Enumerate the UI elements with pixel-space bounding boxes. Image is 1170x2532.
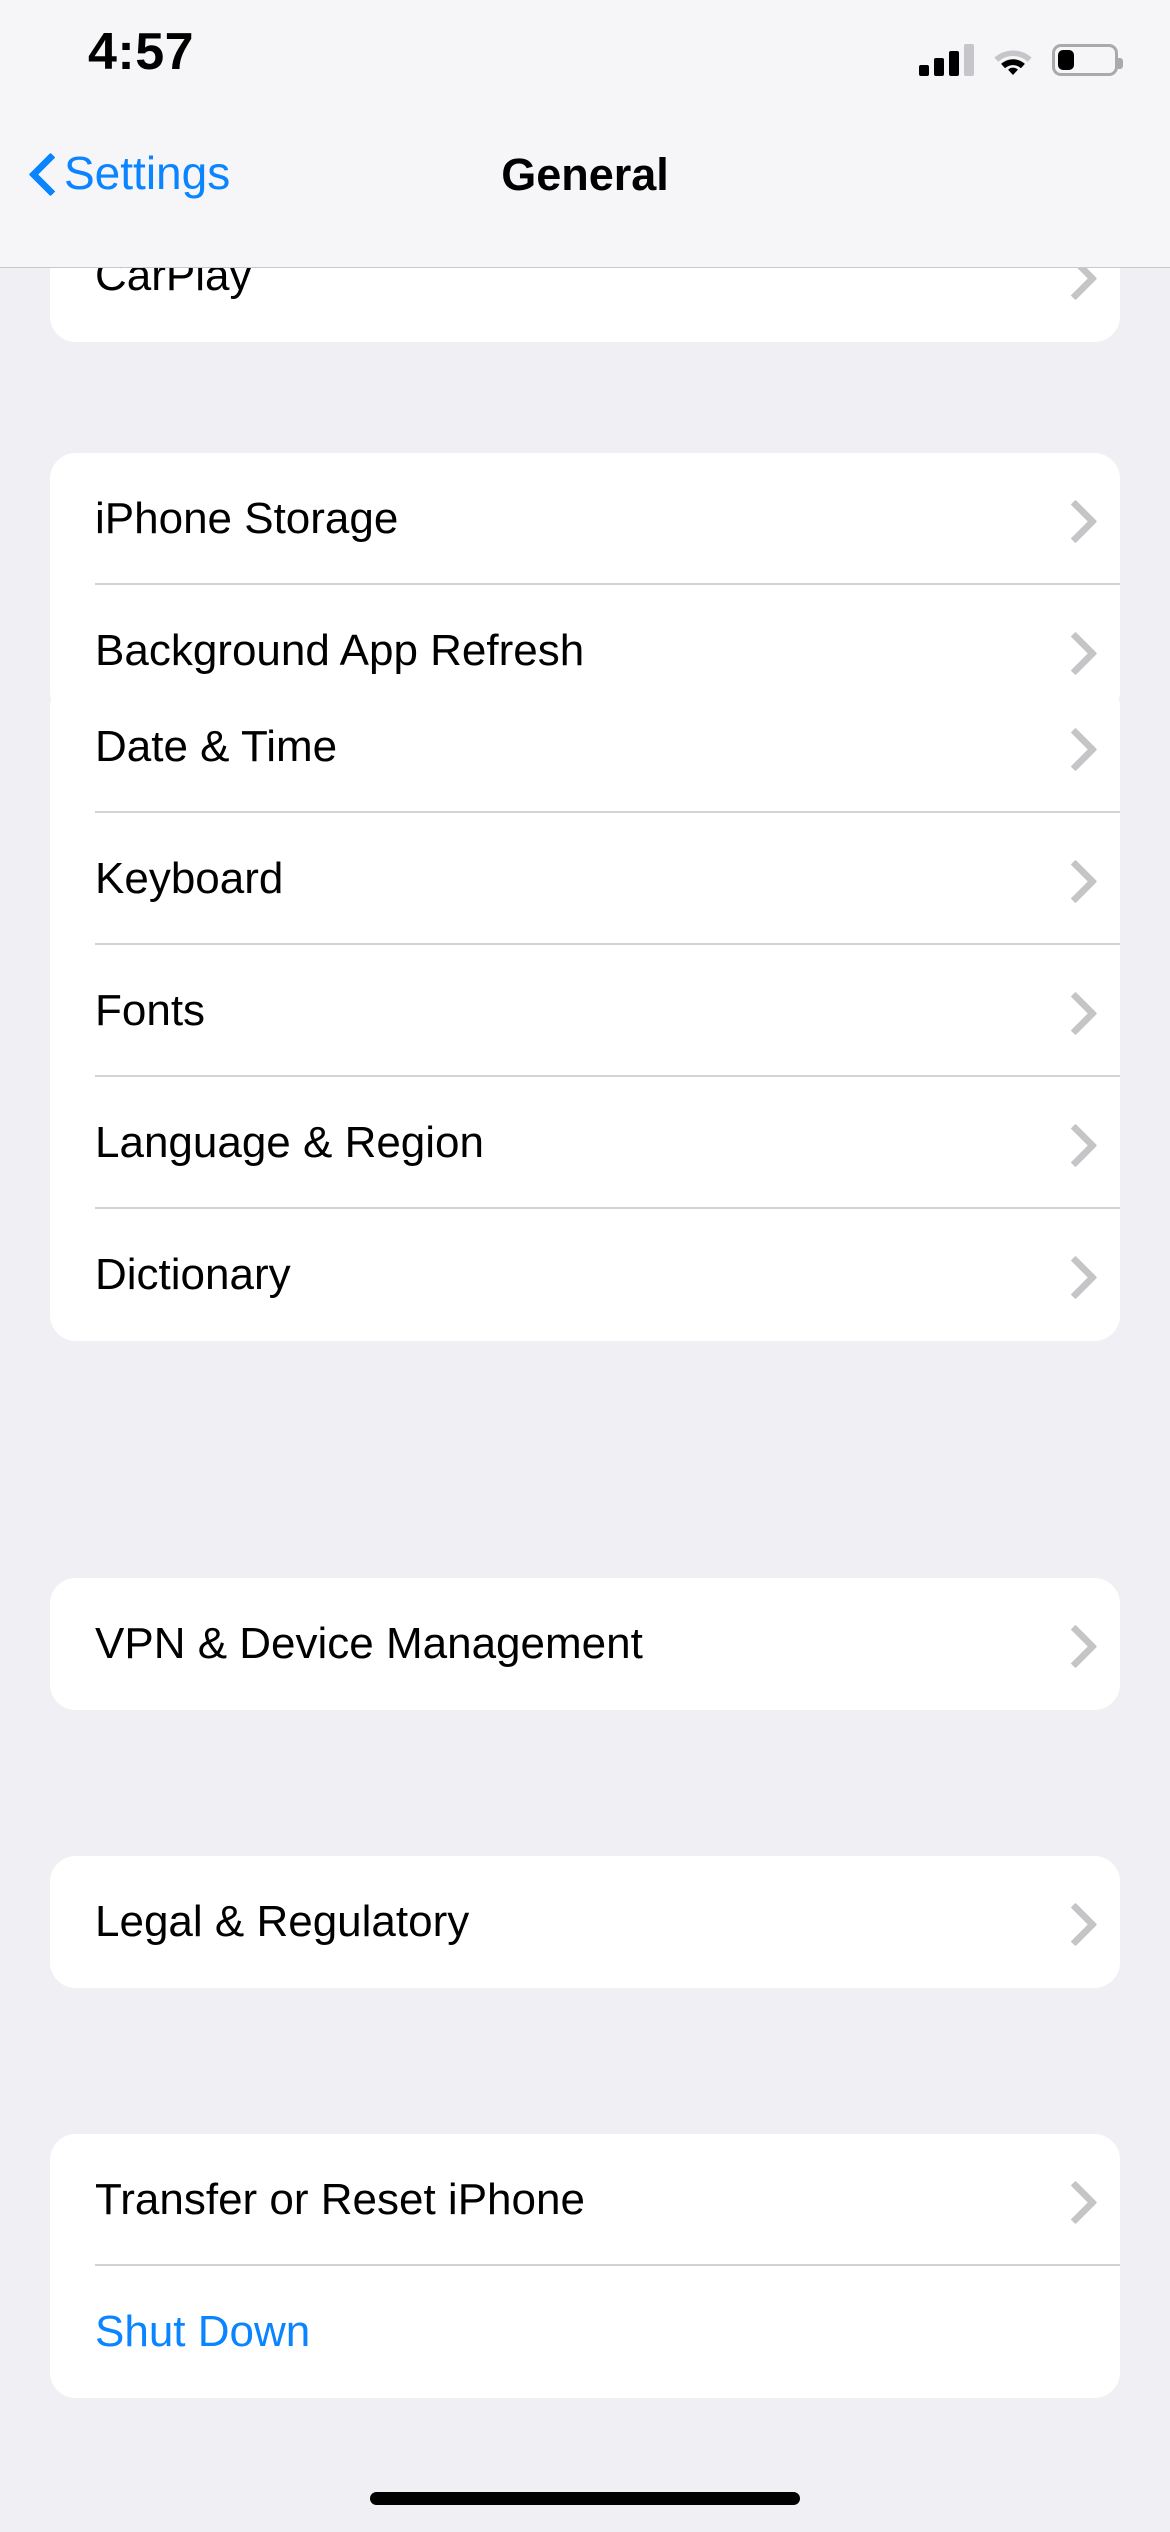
navigation-bar: Settings General xyxy=(0,100,1170,268)
carplay-group: CarPlay xyxy=(50,268,1120,342)
settings-list[interactable]: CarPlay iPhone Storage Background App Re… xyxy=(0,268,1170,2532)
status-bar-clock: 4:57 xyxy=(88,23,195,81)
status-bar: 4:57 xyxy=(0,0,1170,100)
chevron-right-icon xyxy=(1060,858,1084,900)
chevron-right-icon xyxy=(1060,990,1084,1032)
vpn-group: VPN & Device Management xyxy=(50,1578,1120,1710)
row-label: VPN & Device Management xyxy=(95,1619,643,1668)
shut-down-button[interactable]: Shut Down xyxy=(50,2266,1120,2398)
iphone-screen: 4:57 Settings General CarPlay iPhone Sto… xyxy=(0,0,1170,2532)
chevron-right-icon xyxy=(1060,726,1084,768)
list-item[interactable]: Date & Time xyxy=(50,681,1120,813)
list-item[interactable]: Keyboard xyxy=(50,813,1120,945)
row-label: CarPlay xyxy=(95,268,252,300)
list-item[interactable]: Fonts xyxy=(50,945,1120,1077)
chevron-right-icon xyxy=(1060,1623,1084,1665)
storage-group: iPhone Storage Background App Refresh xyxy=(50,453,1120,717)
list-item[interactable]: Dictionary xyxy=(50,1209,1120,1341)
row-label: Dictionary xyxy=(95,1250,291,1299)
list-item[interactable]: iPhone Storage xyxy=(50,453,1120,585)
reset-group: Transfer or Reset iPhone Shut Down xyxy=(50,2134,1120,2398)
cellular-signal-icon xyxy=(919,44,974,76)
page-title: General xyxy=(501,149,669,200)
chevron-right-icon xyxy=(1060,498,1084,540)
list-item[interactable]: Legal & Regulatory xyxy=(50,1856,1120,1988)
list-item[interactable]: CarPlay xyxy=(50,268,1120,342)
battery-icon xyxy=(1052,44,1123,76)
row-label: Legal & Regulatory xyxy=(95,1897,470,1946)
row-label: Date & Time xyxy=(95,722,338,771)
row-label: Shut Down xyxy=(95,2307,311,2356)
row-label: Fonts xyxy=(95,986,206,1035)
row-label: Keyboard xyxy=(95,854,284,903)
row-label: Language & Region xyxy=(95,1118,484,1167)
list-item[interactable]: Language & Region xyxy=(50,1077,1120,1209)
list-item[interactable]: Transfer or Reset iPhone xyxy=(50,2134,1120,2266)
row-label: Transfer or Reset iPhone xyxy=(95,2175,585,2224)
legal-group: Legal & Regulatory xyxy=(50,1856,1120,1988)
chevron-right-icon xyxy=(1060,2179,1084,2221)
row-label: iPhone Storage xyxy=(95,494,399,543)
wifi-icon xyxy=(992,44,1034,76)
chevron-right-icon xyxy=(1060,1901,1084,1943)
chevron-right-icon xyxy=(1060,268,1084,297)
chevron-right-icon xyxy=(1060,1254,1084,1296)
chevron-right-icon xyxy=(1060,630,1084,672)
chevron-right-icon xyxy=(1060,1122,1084,1164)
status-bar-indicators xyxy=(919,36,1123,76)
locale-group: Date & Time Keyboard Fonts Language & Re… xyxy=(50,681,1120,1341)
list-item[interactable]: VPN & Device Management xyxy=(50,1578,1120,1710)
row-label: Background App Refresh xyxy=(95,626,585,675)
home-indicator[interactable] xyxy=(370,2492,800,2505)
